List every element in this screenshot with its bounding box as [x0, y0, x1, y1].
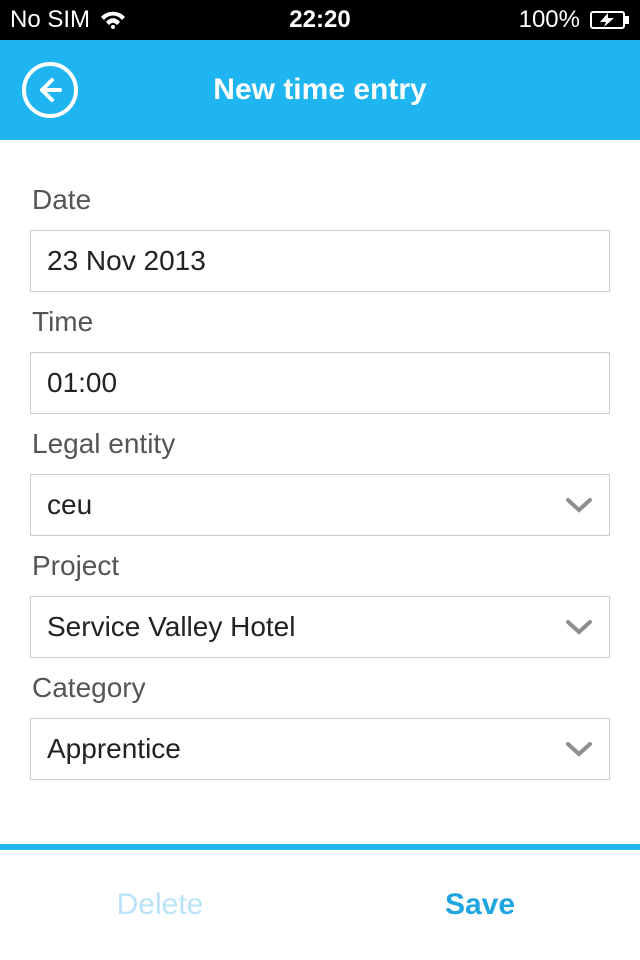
status-right: 100%: [519, 6, 630, 34]
legal-entity-value: ceu: [47, 489, 565, 521]
project-field[interactable]: Service Valley Hotel: [30, 596, 610, 658]
chevron-down-icon: [565, 733, 593, 765]
date-label: Date: [32, 184, 610, 216]
status-bar: No SIM 22:20 100%: [0, 0, 640, 40]
nav-bar: New time entry: [0, 40, 640, 140]
wifi-icon: [100, 10, 126, 30]
status-left: No SIM: [10, 6, 126, 34]
back-button[interactable]: [22, 62, 78, 118]
delete-button[interactable]: Delete: [0, 850, 320, 960]
chevron-down-icon: [565, 489, 593, 521]
category-field[interactable]: Apprentice: [30, 718, 610, 780]
form: Date 23 Nov 2013 Time 01:00 Legal entity…: [0, 140, 640, 844]
time-value: 01:00: [47, 367, 593, 399]
battery-percent: 100%: [519, 6, 580, 34]
category-value: Apprentice: [47, 733, 565, 765]
time-field[interactable]: 01:00: [30, 352, 610, 414]
project-label: Project: [32, 550, 610, 582]
arrow-left-icon: [36, 76, 64, 104]
legal-entity-field[interactable]: ceu: [30, 474, 610, 536]
bottom-bar: Delete Save: [0, 850, 640, 960]
legal-entity-label: Legal entity: [32, 428, 610, 460]
date-field[interactable]: 23 Nov 2013: [30, 230, 610, 292]
battery-icon: [590, 10, 630, 30]
date-value: 23 Nov 2013: [47, 245, 593, 277]
chevron-down-icon: [565, 611, 593, 643]
time-label: Time: [32, 306, 610, 338]
page-title: New time entry: [0, 73, 640, 107]
carrier-label: No SIM: [10, 6, 90, 34]
project-value: Service Valley Hotel: [47, 611, 565, 643]
category-label: Category: [32, 672, 610, 704]
save-button[interactable]: Save: [320, 850, 640, 960]
